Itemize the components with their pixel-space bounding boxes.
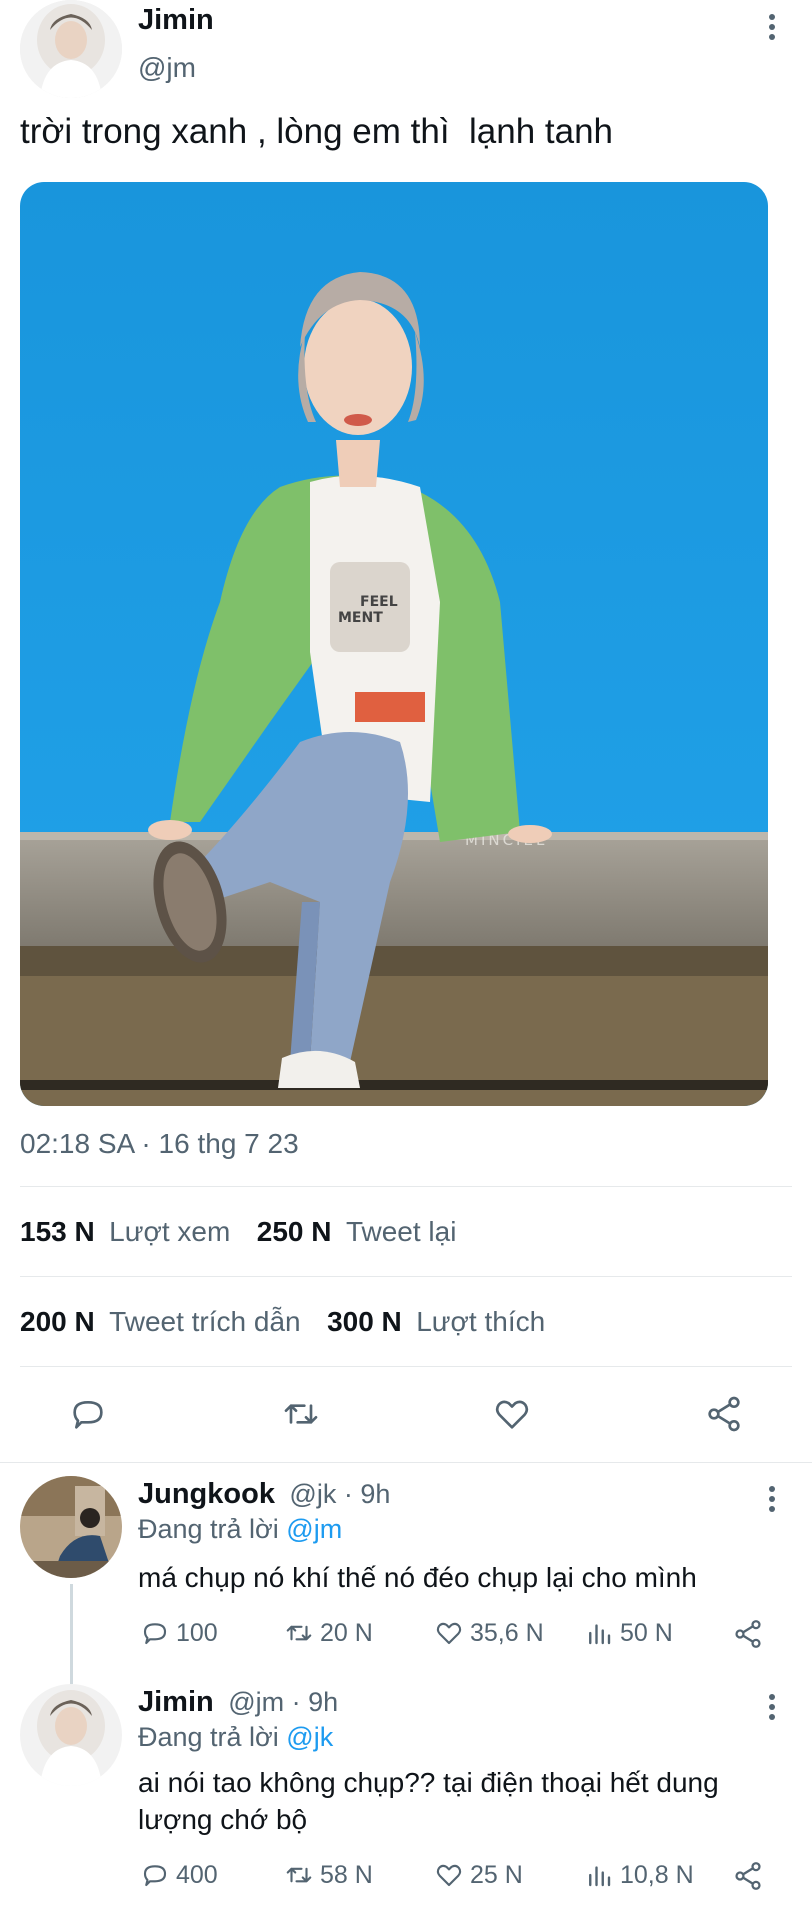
heart-icon (436, 1622, 462, 1645)
stats-row-views-retweets: 153 N Lượt xem 250 N Tweet lại (20, 1216, 456, 1248)
views-stat[interactable]: 153 N Lượt xem (20, 1216, 235, 1247)
likes-count: 300 N (327, 1306, 402, 1337)
quotes-stat[interactable]: 200 N Tweet trích dẫn (20, 1306, 305, 1337)
reply-button[interactable]: 100 (140, 1618, 218, 1648)
views-count: 10,8 N (620, 1860, 694, 1889)
replying-to-handle[interactable]: @jm (286, 1514, 342, 1544)
author-name[interactable]: Jimin (138, 4, 214, 37)
stats-row-quotes-likes: 200 N Tweet trích dẫn 300 N Lượt thích (20, 1306, 545, 1338)
more-options-icon[interactable] (766, 1690, 778, 1724)
retweets-stat[interactable]: 250 N Tweet lại (257, 1216, 457, 1247)
divider (0, 1462, 812, 1463)
likes-label: Lượt thích (416, 1306, 546, 1337)
replying-to-handle[interactable]: @jk (286, 1722, 333, 1752)
heart-icon (495, 1400, 529, 1429)
author-avatar[interactable] (20, 0, 122, 98)
retweet-icon (286, 1867, 312, 1883)
reply-header: Jungkook @jk · 9h (138, 1478, 390, 1511)
reply-text: má chụp nó khí thế nó đéo chụp lại cho m… (138, 1560, 697, 1596)
share-icon (708, 1396, 740, 1432)
views-button[interactable]: 50 N (584, 1618, 673, 1648)
retweet-count: 20 N (320, 1618, 373, 1647)
share-icon (735, 1862, 761, 1890)
shirt-print-line: MENT (338, 610, 383, 626)
retweet-count: 58 N (320, 1860, 373, 1889)
share-button[interactable] (732, 1618, 764, 1655)
share-button[interactable] (732, 1860, 764, 1897)
reply-text-line: ai nói tao không chụp?? tại điện thoại h… (138, 1767, 719, 1798)
reply-button[interactable] (68, 1394, 108, 1439)
reply-text-line: lượng chớ bộ (138, 1804, 308, 1835)
thread-line (70, 1584, 73, 1684)
retweet-button[interactable]: 20 N (284, 1618, 373, 1648)
like-button[interactable] (492, 1394, 532, 1439)
share-icon (735, 1620, 761, 1648)
reply-icon (143, 1623, 167, 1645)
reply-avatar[interactable] (20, 1476, 122, 1578)
tweet-timestamp[interactable]: 02:18 SA · 16 thg 7 23 (20, 1128, 299, 1160)
reply-button[interactable]: 400 (140, 1860, 218, 1890)
author-handle[interactable]: @jm (138, 52, 196, 84)
tweet-photo[interactable]: MINCIEL FEEL MENT (20, 182, 768, 1106)
more-options-icon[interactable] (766, 10, 778, 44)
reply-author-meta[interactable]: @jm · 9h (228, 1687, 338, 1717)
views-chart-icon (589, 1866, 611, 1887)
divider (20, 1276, 792, 1277)
replying-to-prefix: Đang trả lời (138, 1514, 279, 1544)
share-button[interactable] (704, 1394, 744, 1439)
reply-icon (73, 1401, 103, 1429)
replying-to-line: Đang trả lời @jk (138, 1722, 333, 1753)
retweets-label: Tweet lại (345, 1216, 457, 1247)
views-count: 153 N (20, 1216, 95, 1247)
views-count: 50 N (620, 1618, 673, 1647)
quotes-label: Tweet trích dẫn (109, 1306, 301, 1337)
heart-icon (436, 1864, 462, 1887)
replying-to-line: Đang trả lời @jm (138, 1514, 342, 1545)
like-count: 35,6 N (470, 1618, 544, 1647)
reply-text-line: má chụp nó khí thế nó đéo chụp lại cho m… (138, 1562, 697, 1593)
likes-stat[interactable]: 300 N Lượt thích (327, 1306, 545, 1337)
reply-count: 400 (176, 1860, 218, 1889)
retweet-button[interactable] (280, 1394, 322, 1439)
views-label: Lượt xem (109, 1216, 231, 1247)
like-button[interactable]: 25 N (434, 1860, 523, 1890)
views-chart-icon (589, 1624, 611, 1645)
quotes-count: 200 N (20, 1306, 95, 1337)
divider (20, 1186, 792, 1187)
replying-to-prefix: Đang trả lời (138, 1722, 279, 1752)
reply-author-meta[interactable]: @jk · 9h (289, 1479, 390, 1509)
reply-header: Jimin @jm · 9h (138, 1686, 338, 1719)
divider (20, 1366, 792, 1367)
retweet-icon (284, 1404, 318, 1424)
more-options-icon[interactable] (766, 1482, 778, 1516)
reply-icon (143, 1865, 167, 1887)
retweet-icon (286, 1625, 312, 1641)
reply-author-name[interactable]: Jimin (138, 1686, 214, 1718)
like-count: 25 N (470, 1860, 523, 1889)
views-button[interactable]: 10,8 N (584, 1860, 694, 1890)
tweet-text: trời trong xanh , lòng em thì lạnh tanh (20, 112, 614, 151)
reply-author-name[interactable]: Jungkook (138, 1478, 275, 1510)
retweets-count: 250 N (256, 1216, 332, 1247)
reply-text: ai nói tao không chụp?? tại điện thoại h… (138, 1764, 719, 1838)
shirt-print-line: FEEL (360, 594, 398, 610)
retweet-button[interactable]: 58 N (284, 1860, 373, 1890)
reply-avatar[interactable] (20, 1684, 122, 1786)
like-button[interactable]: 35,6 N (434, 1618, 544, 1648)
reply-count: 100 (176, 1618, 218, 1647)
